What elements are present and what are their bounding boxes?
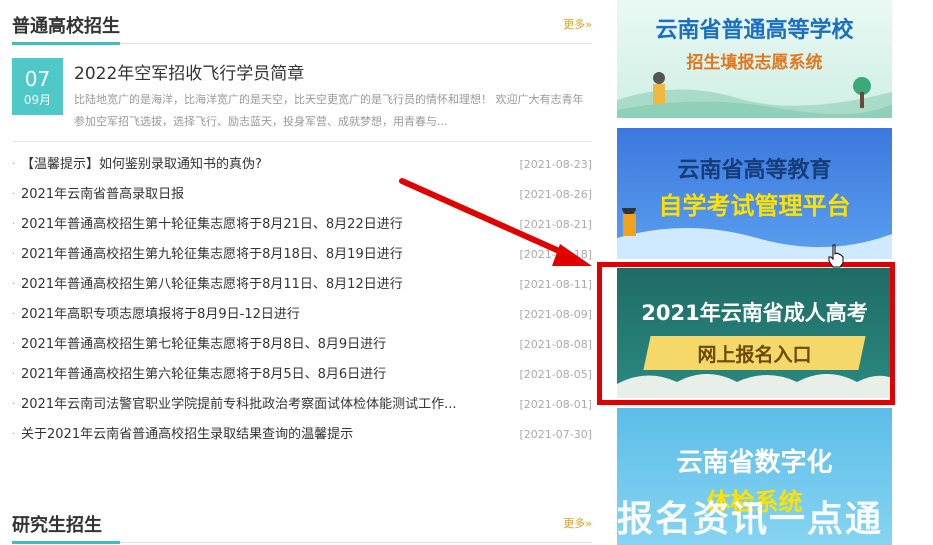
banner-admission-volunteer-system[interactable]: 云南省普通高等学校 招生填报志愿系统 bbox=[617, 0, 892, 118]
banner3-line2: 网上报名入口 bbox=[697, 344, 812, 366]
grad-section-title: 研究生招生 bbox=[12, 515, 102, 536]
news-list-item[interactable]: · 关于2021年云南省普通高校招生录取结果查询的温馨提示 [2021-07-30] bbox=[12, 420, 592, 450]
news-list-item[interactable]: · 2021年普通高校招生第九轮征集志愿将于8月18日、8月19日进行 [2021-… bbox=[12, 240, 592, 270]
news-date: [2021-08-11] bbox=[519, 278, 592, 291]
undergrad-section-header: 普通高校招生 更多» bbox=[12, 0, 592, 45]
bullet-dot-icon: · bbox=[12, 309, 16, 320]
section-underline bbox=[12, 42, 120, 45]
bullet-dot-icon: · bbox=[12, 339, 16, 350]
news-date: [2021-08-23] bbox=[519, 158, 592, 171]
news-date: [2021-08-09] bbox=[519, 308, 592, 321]
banner1-line1: 云南省普通高等学校 bbox=[655, 18, 854, 43]
banner-adult-exam-registration[interactable]: 2021年云南省成人高考 网上报名入口 bbox=[617, 268, 892, 398]
news-title-link[interactable]: 2021年云南司法警官职业学院提前专科批政治考察面试体检体能测试工作... bbox=[21, 390, 491, 420]
news-date: [2021-08-21] bbox=[519, 218, 592, 231]
banner2-line1: 云南省高等教育 bbox=[677, 158, 832, 183]
news-list-item[interactable]: · 2021年普通高校招生第七轮征集志愿将于8月8日、8月9日进行 [2021-08… bbox=[12, 330, 592, 360]
news-list: · 【温馨提示】如何鉴别录取通知书的真伪? [2021-08-23] · 2021年云南… bbox=[12, 150, 592, 450]
left-column: 普通高校招生 更多» 07 09月 2022年空军招收飞行学员简章 比陆地宽广的… bbox=[12, 0, 592, 545]
bullet-dot-icon: · bbox=[12, 369, 16, 380]
featured-description: 比陆地宽广的是海洋，比海洋宽广的是天空，比天空更宽广的是飞行员的情怀和理想！ 欢… bbox=[74, 93, 584, 128]
bullet-dot-icon: · bbox=[12, 429, 16, 440]
grad-more-link[interactable]: 更多» bbox=[563, 515, 592, 531]
bullet-dot-icon: · bbox=[12, 249, 16, 260]
featured-date-day: 07 bbox=[24, 67, 51, 91]
news-list-item[interactable]: · 2021年普通高校招生第八轮征集志愿将于8月11日、8月12日进行 [2021-… bbox=[12, 270, 592, 300]
banner-self-study-exam-platform[interactable]: 云南省高等教育 自学考试管理平台 bbox=[617, 128, 892, 259]
bullet-dot-icon: · bbox=[12, 159, 16, 170]
news-list-item[interactable]: · 2021年普通高校招生第六轮征集志愿将于8月5日、8月6日进行 [2021-08… bbox=[12, 360, 592, 390]
divider bbox=[12, 141, 592, 142]
news-list-item[interactable]: · 2021年高职专项志愿填报将于8月9日-12日进行 [2021-08-09] bbox=[12, 300, 592, 330]
banner4-line1: 云南省数字化 bbox=[676, 448, 833, 478]
hand-pointer-icon bbox=[828, 244, 844, 268]
news-list-item[interactable]: · 2021年云南省普高录取日报 [2021-08-26] bbox=[12, 180, 592, 210]
news-date: [2021-07-30] bbox=[519, 428, 592, 441]
news-title-link[interactable]: 2021年云南省普高录取日报 bbox=[21, 180, 491, 210]
news-date: [2021-08-26] bbox=[519, 188, 592, 201]
news-title-link[interactable]: 【温馨提示】如何鉴别录取通知书的真伪? bbox=[21, 150, 491, 180]
news-list-item[interactable]: · 2021年云南司法警官职业学院提前专科批政治考察面试体检体能测试工作... [2… bbox=[12, 390, 592, 420]
banner3-line1: 2021年云南省成人高考 bbox=[641, 301, 868, 325]
news-title-link[interactable]: 2021年高职专项志愿填报将于8月9日-12日进行 bbox=[21, 300, 491, 330]
hills-decoration-icon bbox=[617, 72, 892, 118]
featured-title-link[interactable]: 2022年空军招收飞行学员简章 bbox=[74, 59, 304, 84]
news-title-link[interactable]: 2021年普通高校招生第七轮征集志愿将于8月8日、8月9日进行 bbox=[21, 330, 491, 360]
banner2-line2: 自学考试管理平台 bbox=[658, 192, 851, 220]
news-title-link[interactable]: 2021年普通高校招生第六轮征集志愿将于8月5日、8月6日进行 bbox=[21, 360, 491, 390]
section-underline bbox=[12, 541, 120, 544]
bullet-dot-icon: · bbox=[12, 189, 16, 200]
news-date: [2021-08-08] bbox=[519, 338, 592, 351]
watermark-overlay-text: 报名资讯一点通 bbox=[617, 499, 884, 540]
bullet-dot-icon: · bbox=[12, 219, 16, 230]
featured-article[interactable]: 07 09月 2022年空军招收飞行学员简章 比陆地宽广的是海洋，比海洋宽广的是… bbox=[12, 58, 592, 138]
banner1-line2: 招生填报志愿系统 bbox=[686, 53, 823, 73]
news-date: [2021-08-05] bbox=[519, 368, 592, 381]
featured-date-badge: 07 09月 bbox=[12, 58, 63, 115]
bullet-dot-icon: · bbox=[12, 399, 16, 410]
news-title-link[interactable]: 2021年普通高校招生第十轮征集志愿将于8月21日、8月22日进行 bbox=[21, 210, 491, 240]
right-banner-column: 云南省普通高等学校 招生填报志愿系统 云南省高等教育 自学考试管理平台 2021… bbox=[617, 0, 892, 545]
featured-date-month: 09月 bbox=[23, 93, 52, 107]
bullet-dot-icon: · bbox=[12, 279, 16, 290]
undergrad-more-link[interactable]: 更多» bbox=[563, 16, 592, 32]
news-title-link[interactable]: 2021年普通高校招生第九轮征集志愿将于8月18日、8月19日进行 bbox=[21, 240, 491, 270]
grad-section-header: 研究生招生 更多» bbox=[12, 499, 592, 544]
news-title-link[interactable]: 2021年普通高校招生第八轮征集志愿将于8月11日、8月12日进行 bbox=[21, 270, 491, 300]
news-date: [2021-08-18] bbox=[519, 248, 592, 261]
news-date: [2021-08-01] bbox=[519, 398, 592, 411]
news-title-link[interactable]: 关于2021年云南省普通高校招生录取结果查询的温馨提示 bbox=[21, 420, 491, 450]
undergrad-section-title: 普通高校招生 bbox=[12, 16, 120, 37]
news-list-item[interactable]: · 【温馨提示】如何鉴别录取通知书的真伪? [2021-08-23] bbox=[12, 150, 592, 180]
news-list-item[interactable]: · 2021年普通高校招生第十轮征集志愿将于8月21日、8月22日进行 [2021-… bbox=[12, 210, 592, 240]
